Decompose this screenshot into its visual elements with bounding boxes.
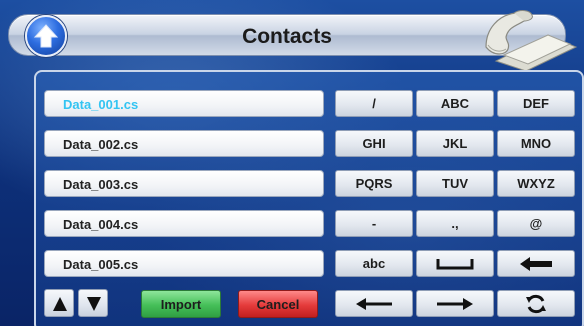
- cursor-left-icon: [356, 297, 392, 310]
- key-def[interactable]: DEF: [497, 90, 575, 117]
- key-space[interactable]: [416, 250, 494, 277]
- key-slash[interactable]: /: [335, 90, 413, 117]
- file-item-data-001[interactable]: Data_001.cs: [44, 90, 324, 117]
- key-pqrs[interactable]: PQRS: [335, 170, 413, 197]
- triangle-down-icon: [87, 297, 101, 311]
- key-abc-lower[interactable]: abc: [335, 250, 413, 277]
- refresh-icon: [526, 294, 546, 313]
- space-icon: [436, 258, 474, 269]
- key-refresh[interactable]: [497, 290, 575, 317]
- key-at[interactable]: @: [497, 210, 575, 237]
- key-mno[interactable]: MNO: [497, 130, 575, 157]
- key-jkl[interactable]: JKL: [416, 130, 494, 157]
- file-item-data-005[interactable]: Data_005.cs: [44, 250, 324, 277]
- cancel-button[interactable]: Cancel: [238, 290, 318, 318]
- key-dash[interactable]: -: [335, 210, 413, 237]
- backspace-icon: [520, 256, 552, 271]
- file-item-data-002[interactable]: Data_002.cs: [44, 130, 324, 157]
- contacts-screen: Contacts Data_001.cs Data_002.cs Data_00…: [0, 0, 584, 326]
- import-button[interactable]: Import: [141, 290, 221, 318]
- scroll-down-button[interactable]: [78, 289, 108, 317]
- scroll-up-button[interactable]: [44, 289, 74, 317]
- key-ghi[interactable]: GHI: [335, 130, 413, 157]
- header: Contacts: [4, 4, 580, 72]
- up-arrow-icon: [33, 24, 59, 48]
- key-punctuation[interactable]: .,: [416, 210, 494, 237]
- key-abc-upper[interactable]: ABC: [416, 90, 494, 117]
- file-item-data-003[interactable]: Data_003.cs: [44, 170, 324, 197]
- key-cursor-left[interactable]: [335, 290, 413, 317]
- file-item-data-004[interactable]: Data_004.cs: [44, 210, 324, 237]
- key-wxyz[interactable]: WXYZ: [497, 170, 575, 197]
- key-tuv[interactable]: TUV: [416, 170, 494, 197]
- key-cursor-right[interactable]: [416, 290, 494, 317]
- key-backspace[interactable]: [497, 250, 575, 277]
- up-button[interactable]: [25, 15, 67, 57]
- phone-book-icon: [485, 10, 578, 72]
- cursor-right-icon: [437, 297, 473, 310]
- triangle-up-icon: [53, 297, 67, 311]
